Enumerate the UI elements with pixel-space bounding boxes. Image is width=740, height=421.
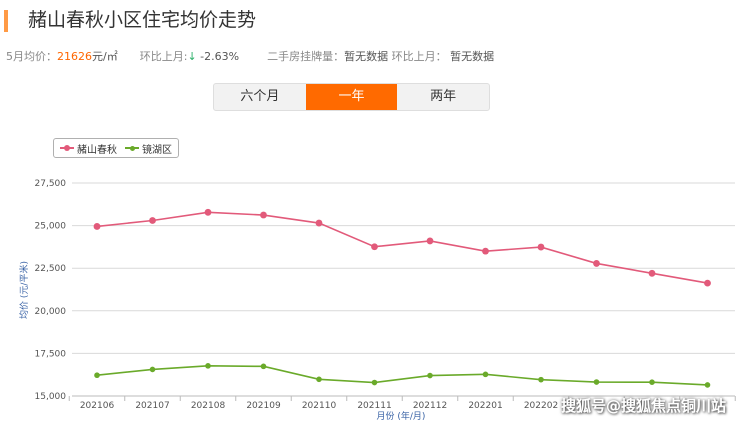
x-tick-label: 202201 (468, 401, 502, 411)
series-lines (93, 208, 711, 388)
x-tick-label: 202110 (302, 401, 337, 411)
series-2-point (149, 366, 156, 373)
x-tick-label: 202108 (191, 401, 226, 411)
x-tick-label: 202107 (135, 401, 169, 411)
series-1-line (96, 211, 708, 284)
series-2-point (205, 363, 211, 369)
series-2-point (704, 382, 711, 388)
series-1-point (593, 260, 600, 267)
y-axis-title: 均价 (元/平米) (18, 261, 30, 319)
series-2-line (96, 365, 708, 386)
series-1-point (149, 217, 156, 224)
series-2-point (316, 376, 322, 383)
series-1-point (648, 269, 656, 277)
series-2-point (260, 363, 267, 370)
y-tick-label: 20,000 (35, 307, 67, 317)
series-2-point (94, 372, 100, 379)
series-1-point (482, 247, 489, 255)
series-1-point (704, 279, 711, 287)
y-tick-label: 15,000 (35, 392, 67, 402)
series-1-point (204, 208, 212, 216)
watermark: 搜狐号@搜狐焦点铜川站 (560, 397, 726, 415)
series-2-point (482, 371, 489, 378)
x-tick-label: 202109 (246, 401, 281, 411)
series-1-point (315, 219, 323, 227)
axes: 15,000 17,500 20,000 22,500 25,000 27,500 2021… (35, 179, 736, 411)
y-tick-label: 25,000 (35, 222, 67, 232)
x-tick-label: 202111 (357, 401, 391, 411)
series-2-point (538, 376, 544, 383)
x-tick-label: 202202 (524, 401, 558, 411)
x-tick-label: 202112 (413, 401, 447, 411)
y-tick-label: 17,500 (35, 349, 67, 359)
x-axis-title: 月份 (年/月) (377, 410, 426, 421)
series-1-point (426, 237, 434, 245)
price-trend-chart: 15,000 17,500 20,000 22,500 25,000 27,500 2021… (18, 179, 736, 421)
series-1-point (371, 243, 378, 251)
y-tick-label: 27,500 (35, 179, 67, 189)
series-1-point (93, 223, 101, 230)
series-2-point (427, 372, 433, 379)
x-tick-label: 202106 (80, 401, 115, 411)
series-1-point (260, 211, 267, 219)
series-2-point (649, 379, 655, 385)
series-2-point (371, 379, 378, 386)
grid-lines (72, 182, 735, 397)
series-2-point (593, 379, 600, 385)
y-tick-label: 22,500 (35, 264, 67, 274)
series-1-point (537, 243, 545, 251)
